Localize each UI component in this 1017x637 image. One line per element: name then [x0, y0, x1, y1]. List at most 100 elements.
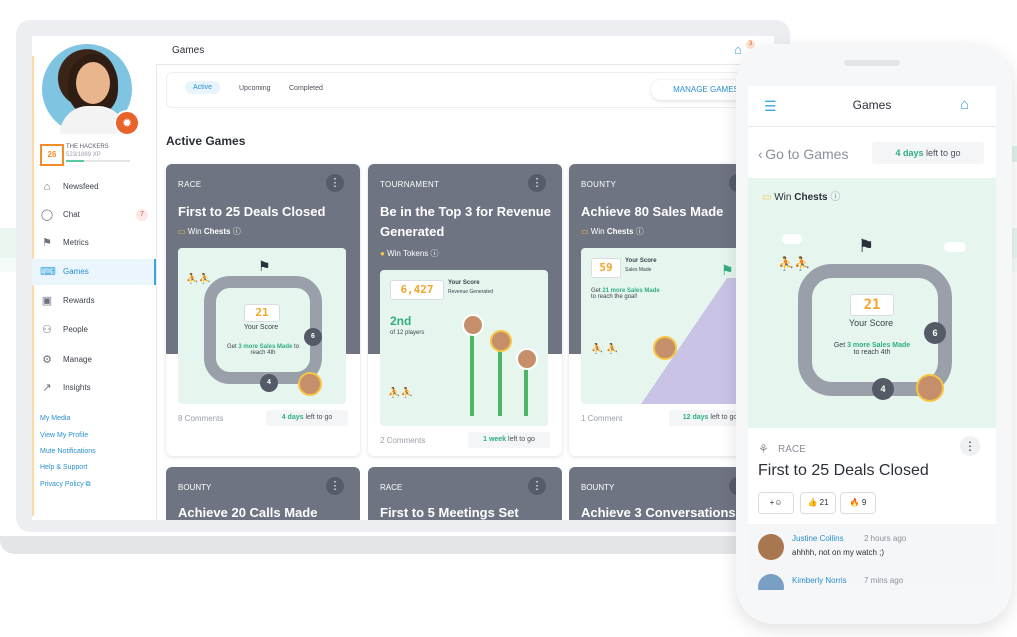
sidebar-accent [32, 56, 34, 516]
info-icon: ⓘ [232, 227, 241, 236]
card-type: RACE [380, 483, 403, 492]
cloud [944, 242, 966, 252]
chat-badge: 7 [136, 209, 148, 221]
comment-count[interactable]: 2 Comments [380, 436, 425, 445]
back-link[interactable]: ‹ Go to Games [758, 146, 848, 162]
score-display: 59 [591, 258, 621, 278]
card-type: RACE [178, 180, 202, 189]
days-left-bold: 1 week [483, 436, 507, 443]
more-options-icon[interactable]: ⋮ [960, 436, 980, 456]
game-card-bounty-calls[interactable]: BOUNTY ⋮ Achieve 20 Calls Made [166, 467, 360, 520]
tab-active[interactable]: Active [185, 81, 221, 94]
avatar-face [76, 62, 110, 104]
sidebar-item-label: Insights [63, 383, 91, 392]
prize-name: Tokens [402, 249, 429, 258]
tab-upcoming[interactable]: Upcoming [239, 85, 271, 92]
card-prize: ● Win Tokens ⓘ [380, 248, 439, 259]
rank-marker: 4 [872, 378, 894, 400]
sidebar-item-rewards[interactable]: ▣ Rewards [32, 288, 156, 314]
game-card-bounty-conversations[interactable]: BOUNTY ⋮ Achieve 3 Conversations [569, 467, 763, 520]
commenter-avatar[interactable] [758, 534, 784, 560]
more-options-icon[interactable]: ⋮ [326, 477, 344, 495]
home-icon[interactable]: ⌂ [960, 96, 969, 113]
score-hint: Get 3 more Sales Made to reach 4th [226, 344, 300, 356]
smiley-icon: +☺ [769, 498, 783, 507]
add-reaction-button[interactable]: +☺ [758, 492, 794, 514]
days-left-bold: 4 days [895, 148, 924, 158]
checkered-flag-icon: ⚑ [858, 236, 875, 256]
hint-post: to reach the goal! [591, 294, 638, 300]
laptop-base [0, 536, 790, 554]
race-track-art: ⚑ ⛹⛹ 21 Your Score Get 3 more Sales Made… [178, 248, 346, 404]
tournament-art: 6,427 Your Score Revenue Generated 2nd o… [380, 270, 548, 426]
chest-icon: ▭ [581, 227, 589, 236]
card-title: First to 25 Deals Closed [178, 204, 326, 219]
card-prize: ▭ Win Chests ⓘ [581, 226, 644, 237]
sidebar-item-insights[interactable]: ↗ Insights [32, 375, 156, 401]
link-mute-notifications[interactable]: Mute Notifications [40, 448, 96, 455]
tabs-bar: Active Upcoming Completed MANAGE GAMES [166, 72, 768, 108]
commenter-name[interactable]: Kimberly Norris [792, 576, 847, 585]
comment-count[interactable]: 8 Comments [178, 414, 223, 423]
game-card-tournament[interactable]: TOURNAMENT ⋮ Be in the Top 3 for Revenue… [368, 164, 562, 456]
back-label: Go to Games [765, 146, 849, 162]
days-left-rest: left to go [506, 436, 535, 443]
player-avatar [490, 330, 512, 352]
rank-marker: 4 [260, 374, 278, 392]
player-avatar [653, 336, 677, 360]
link-help-support[interactable]: Help & Support [40, 464, 87, 471]
sidebar-item-manage[interactable]: ⚙ Manage [32, 347, 156, 373]
sidebar-item-metrics[interactable]: ⚑ Metrics [32, 230, 156, 256]
score-label: Your Score [243, 324, 279, 331]
card-prize: ▭ Win Chests ⓘ [178, 226, 241, 237]
link-view-profile[interactable]: View My Profile [40, 432, 88, 439]
sidebar-item-label: Manage [63, 355, 92, 364]
link-privacy-policy[interactable]: Privacy Policy ⧉ [40, 481, 91, 489]
score-display: 21 [850, 294, 894, 316]
hint-pre: Get [833, 342, 848, 349]
player-avatar [462, 314, 484, 336]
comments-section: Justine Collins 2 hours ago ahhhh, not o… [748, 524, 996, 590]
tab-completed[interactable]: Completed [289, 85, 323, 92]
score-hint: Get 3 more Sales Made to reach 4th [830, 342, 914, 356]
sidebar-item-label: Newsfeed [63, 182, 99, 191]
chest-icon: ▭ [762, 192, 772, 203]
more-options-icon[interactable]: ⋮ [326, 174, 344, 192]
sidebar-item-games[interactable]: ⌨ Games [32, 259, 156, 285]
link-my-media[interactable]: My Media [40, 415, 70, 422]
hint-bold: 3 more Sales Made [847, 342, 911, 349]
card-type: BOUNTY [581, 180, 617, 189]
score-hint: Get 21 more Sales Made to reach the goal… [591, 288, 661, 300]
reaction-count: 9 [861, 498, 867, 507]
sidebar-item-label: Games [63, 267, 89, 276]
game-card-bounty[interactable]: BOUNTY ⋮ Achieve 80 Sales Made ▭ Win Che… [569, 164, 763, 456]
reaction-thumbs-up[interactable]: 👍 21 [800, 492, 836, 514]
more-options-icon[interactable]: ⋮ [528, 174, 546, 192]
days-left-bold: 12 days [682, 414, 709, 421]
reaction-count: 21 [819, 498, 829, 507]
more-options-icon[interactable]: ⋮ [528, 477, 546, 495]
comment-time: 2 hours ago [864, 534, 907, 543]
laptop-screen: ✹ 26 THE HACKERS 523/1889 XP ⌂ Newsfeed … [32, 36, 774, 520]
place-sub: of 12 players [390, 330, 425, 336]
commenter-avatar[interactable] [758, 574, 784, 590]
sidebar-item-newsfeed[interactable]: ⌂ Newsfeed [32, 174, 156, 200]
prize-name: Chests [606, 227, 634, 236]
sidebar-item-people[interactable]: ⚇ People [32, 317, 156, 343]
hint-pre: Get [226, 344, 239, 350]
commenter-name[interactable]: Justine Collins [792, 534, 844, 543]
xp-progress-bar [66, 160, 130, 162]
card-title: Achieve 80 Sales Made [581, 204, 724, 219]
info-icon: ⓘ [635, 227, 644, 236]
comment-count[interactable]: 1 Comment [581, 414, 622, 423]
notification-badge: 3 [746, 40, 755, 49]
player-avatar [516, 348, 538, 370]
checkered-flag-icon: ⚑ [258, 258, 271, 274]
reaction-fire[interactable]: 🔥 9 [840, 492, 876, 514]
days-left-rest: left to go [923, 148, 961, 158]
sidebar-item-chat[interactable]: ◯ Chat 7 [32, 202, 156, 228]
game-card-race-meetings[interactable]: RACE ⋮ First to 5 Meetings Set [368, 467, 562, 520]
xp-progress-fill [66, 160, 84, 162]
player-avatar [916, 374, 944, 402]
game-card-race[interactable]: RACE ⋮ First to 25 Deals Closed ▭ Win Ch… [166, 164, 360, 456]
